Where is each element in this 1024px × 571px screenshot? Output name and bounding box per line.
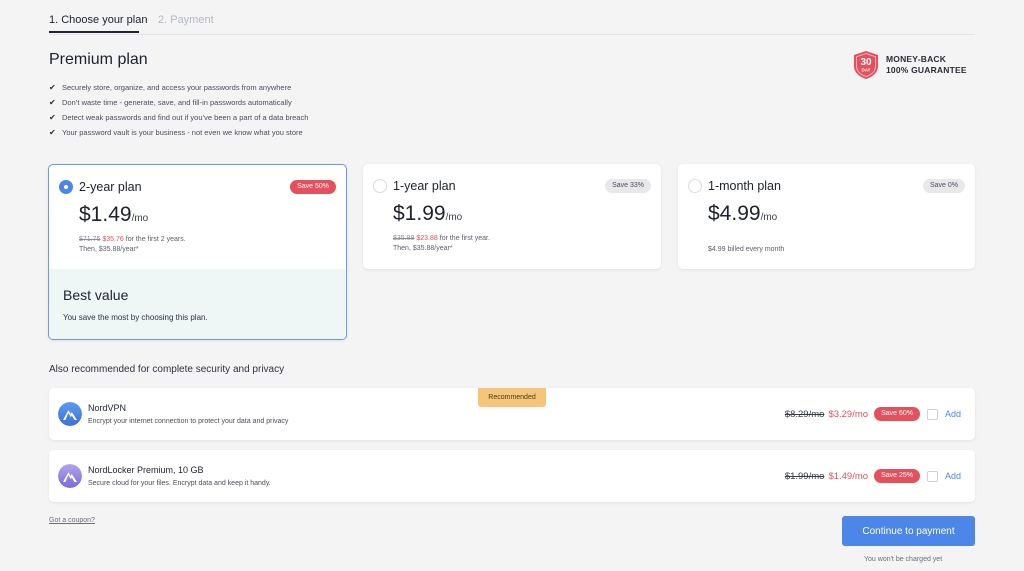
continue-to-payment-button[interactable]: Continue to payment — [842, 516, 975, 546]
addon-add-link[interactable]: Add — [945, 471, 961, 481]
badge-number: 30 — [860, 57, 872, 68]
feature-item: ✔ Don’t waste time - generate, save, and … — [49, 95, 308, 110]
plan-card-1-year[interactable]: 1-year plan Save 33% $1.99/mo $35.88 $23… — [363, 164, 661, 269]
plan-name: 1-month plan — [708, 179, 781, 193]
old-total: $71.76 — [79, 236, 101, 243]
best-value-title: Best value — [63, 287, 129, 303]
new-total: $23.88 — [416, 235, 438, 242]
check-icon: ✔ — [49, 127, 56, 137]
plan-price: $1.49/mo — [79, 203, 148, 227]
checkout-steps: 1. Choose your plan 2. Payment — [49, 0, 975, 35]
guarantee-line-2: 100% GUARANTEE — [886, 65, 967, 75]
addon-old-price: $1.99/mo — [784, 470, 825, 482]
guarantee-text: MONEY-BACK 100% GUARANTEE — [886, 54, 967, 76]
price-period: /mo — [131, 213, 149, 224]
billing-term: $4.99 billed every month — [708, 246, 785, 253]
addon-name: NordVPN — [88, 403, 127, 413]
plan-name: 1-year plan — [393, 179, 456, 193]
billing-term: for the first 2 years. — [125, 236, 186, 243]
active-step-underline — [49, 31, 139, 33]
old-total: $35.88 — [393, 235, 415, 242]
renewal-note: Then, $35.88/year* — [79, 246, 139, 253]
plan-radio[interactable] — [688, 179, 702, 193]
addon-name: NordLocker Premium, 10 GB — [88, 465, 204, 475]
feature-text: Detect weak passwords and find out if yo… — [62, 112, 309, 122]
addon-description: Secure cloud for your files. Encrypt dat… — [88, 480, 271, 487]
save-badge: Save 50% — [290, 180, 336, 194]
nordvpn-logo-icon — [58, 402, 82, 426]
price-note: $71.76 $35.76 for the first 2 years. The… — [79, 235, 186, 255]
recommended-heading: Also recommended for complete security a… — [49, 364, 285, 375]
feature-text: Your password vault is your business - n… — [62, 127, 303, 137]
step-label: 1. Choose your plan — [49, 14, 148, 26]
feature-list: ✔ Securely store, organize, and access yo… — [49, 80, 308, 140]
money-back-guarantee: 30 DAY MONEY-BACK 100% GUARANTEE — [852, 50, 967, 80]
feature-text: Securely store, organize, and access you… — [62, 82, 292, 92]
plan-price: $4.99/mo — [708, 202, 777, 226]
billing-term: for the first year. — [439, 235, 490, 242]
plan-name: 2-year plan — [79, 180, 142, 194]
price-amount: $1.99 — [393, 202, 446, 225]
addon-new-price: $3.29/mo — [828, 408, 869, 420]
page-title: Premium plan — [49, 51, 148, 68]
addon-row-nordlocker[interactable]: NordLocker Premium, 10 GB Secure cloud f… — [49, 450, 975, 502]
addon-checkbox[interactable] — [926, 470, 938, 482]
price-period: /mo — [760, 212, 778, 223]
feature-item: ✔ Detect weak passwords and find out if y… — [49, 110, 308, 125]
guarantee-line-1: MONEY-BACK — [886, 54, 947, 64]
recommended-ribbon: Recommended — [478, 388, 546, 407]
coupon-link[interactable]: Got a coupon? — [49, 517, 95, 524]
nordlocker-logo-icon — [58, 464, 82, 488]
addon-save-badge: Save 25% — [874, 469, 920, 483]
renewal-note: Then, $35.88/year* — [393, 245, 453, 252]
plan-card-1-month[interactable]: 1-month plan Save 0% $4.99/mo $4.99 bill… — [678, 164, 975, 269]
price-note: $4.99 billed every month — [708, 245, 784, 255]
price-period: /mo — [445, 212, 463, 223]
check-icon: ✔ — [49, 97, 56, 107]
new-total: $35.76 — [102, 236, 124, 243]
feature-item: ✔ Your password vault is your business - … — [49, 125, 308, 140]
shield-badge-icon: 30 DAY — [854, 51, 878, 79]
best-value-panel: Best value You save the most by choosing… — [49, 269, 346, 339]
addon-old-price: $8.29/mo — [784, 408, 825, 420]
plan-radio[interactable] — [373, 179, 387, 193]
feature-item: ✔ Securely store, organize, and access yo… — [49, 80, 308, 95]
step-choose-plan[interactable]: 1. Choose your plan — [49, 14, 148, 33]
step-payment[interactable]: 2. Payment — [158, 14, 214, 26]
addon-save-badge: Save 60% — [874, 407, 920, 421]
plan-radio-selected[interactable] — [59, 180, 73, 194]
save-badge: Save 33% — [605, 179, 651, 193]
badge-unit: DAY — [861, 68, 870, 73]
price-amount: $1.49 — [79, 203, 132, 226]
price-amount: $4.99 — [708, 202, 761, 225]
plan-price: $1.99/mo — [393, 202, 462, 226]
save-badge: Save 0% — [922, 179, 965, 193]
plan-card-2-year[interactable]: 2-year plan Save 50% $1.49/mo $71.76 $35… — [48, 164, 347, 340]
feature-text: Don’t waste time - generate, save, and f… — [62, 97, 292, 107]
step-label: 2. Payment — [158, 14, 214, 26]
addon-checkbox[interactable] — [926, 408, 938, 420]
addon-add-link[interactable]: Add — [945, 409, 961, 419]
best-value-subtitle: You save the most by choosing this plan. — [63, 313, 208, 322]
addon-description: Encrypt your internet connection to prot… — [88, 418, 289, 425]
no-charge-note: You won't be charged yet — [864, 556, 943, 563]
check-icon: ✔ — [49, 112, 56, 122]
check-icon: ✔ — [49, 82, 56, 92]
price-note: $35.88 $23.88 for the first year. Then, … — [393, 234, 490, 254]
addon-pricing: $8.29/mo $3.29/mo Save 60% Add — [785, 406, 961, 422]
addon-new-price: $1.49/mo — [828, 470, 869, 482]
addon-pricing: $1.99/mo $1.49/mo Save 25% Add — [785, 468, 961, 484]
